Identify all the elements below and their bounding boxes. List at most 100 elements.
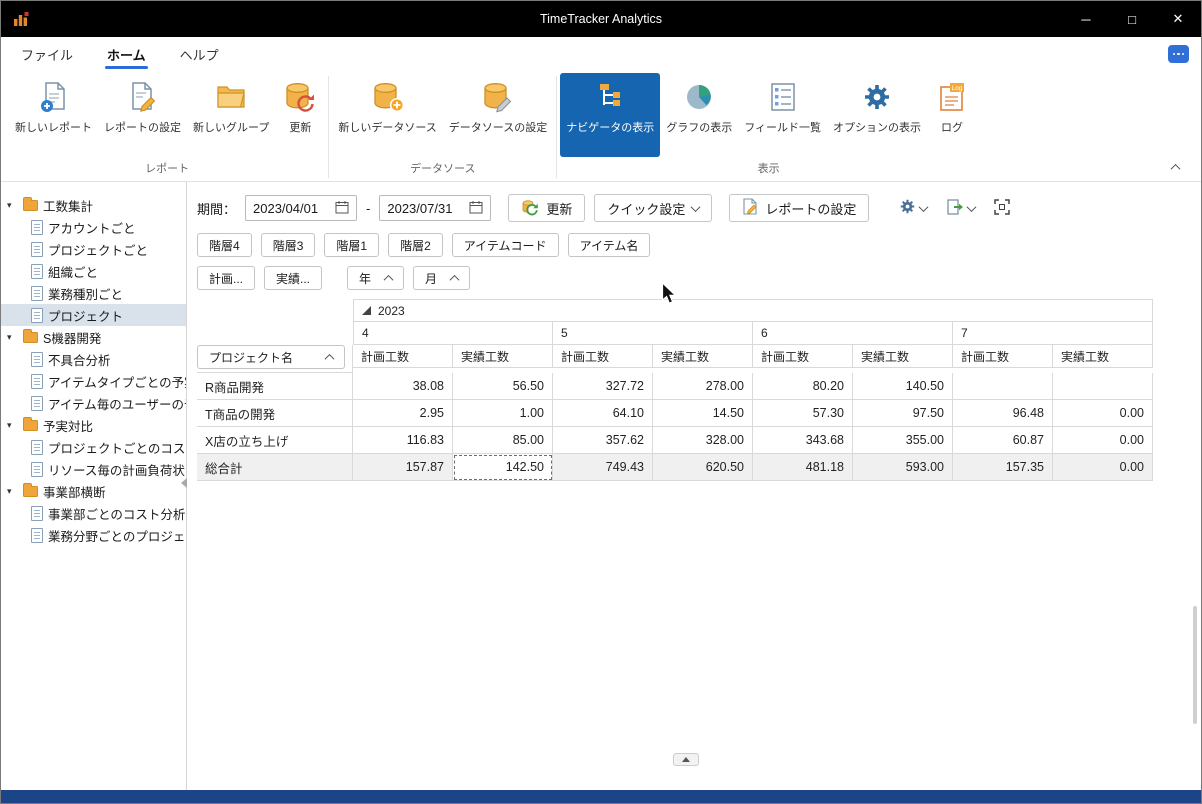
new-report-button[interactable]: 新しいレポート [9,73,98,157]
menu-file[interactable]: ファイル [19,38,75,70]
maximize-button[interactable]: □ [1109,1,1155,37]
show-options-button[interactable]: オプションの表示 [827,73,927,157]
refresh-button[interactable]: 更新 [508,194,586,222]
filter-chip[interactable]: 実績... [264,266,323,290]
expander-icon[interactable]: ▾ [7,486,18,496]
fit-view-button[interactable] [989,194,1016,222]
date-from-input[interactable]: 2023/04/01 [245,195,358,221]
value-cell[interactable]: 157.87 [353,454,453,481]
measure-header[interactable]: 計画工数 [753,345,853,368]
tree-report-item[interactable]: 不具合分析 [1,348,186,370]
value-cell[interactable] [1053,373,1153,400]
row-label[interactable]: T商品の開発 [197,400,353,427]
value-cell[interactable] [953,373,1053,400]
measure-header[interactable]: 計画工数 [553,345,653,368]
value-cell[interactable]: 140.50 [853,373,953,400]
row-label[interactable]: X店の立ち上げ [197,427,353,454]
row-label[interactable]: R商品開発 [197,373,353,400]
refresh-button-ribbon[interactable]: 更新 [275,73,325,157]
value-cell[interactable]: 355.00 [853,427,953,454]
tree-folder-item[interactable]: ▾ 事業部横断 [1,480,186,502]
filter-chip[interactable]: 階層4 [197,233,252,257]
tree-report-item[interactable]: 事業部ごとのコスト分析 [1,502,186,524]
menu-help[interactable]: ヘルプ [178,38,221,70]
value-cell[interactable]: 80.20 [753,373,853,400]
tree-report-item[interactable]: アイテムタイプごとの予実管 [1,370,186,392]
value-cell[interactable]: 96.48 [953,400,1053,427]
value-cell[interactable]: 481.18 [753,454,853,481]
value-cell[interactable]: 57.30 [753,400,853,427]
tree-folder-item[interactable]: ▾ 工数集計 [1,194,186,216]
tree-report-item[interactable]: 組織ごと [1,260,186,282]
month-header[interactable]: 5 [553,322,753,345]
show-chart-button[interactable]: グラフの表示 [660,73,738,157]
collapse-year-icon[interactable] [362,306,371,315]
report-settings-button[interactable]: レポートの設定 [98,73,187,157]
minimize-button[interactable]: ─ [1063,1,1109,37]
tree-report-item[interactable]: 業務分野ごとのプロジェク [1,524,186,546]
filter-chip[interactable]: 階層2 [388,233,443,257]
tree-report-item[interactable]: 業務種別ごと [1,282,186,304]
measure-header[interactable]: 実績工数 [1053,345,1153,368]
quick-settings-button[interactable]: クイック設定 [594,194,713,222]
vertical-scrollbar[interactable] [1193,606,1197,724]
date-to-input[interactable]: 2023/07/31 [379,195,492,221]
tree-report-item[interactable]: リソース毎の計画負荷状 [1,458,186,480]
measure-header[interactable]: 実績工数 [853,345,953,368]
month-header[interactable]: 4 [353,322,553,345]
calendar-icon[interactable] [335,200,349,217]
view-options-button[interactable] [894,194,933,222]
value-cell[interactable]: 2.95 [353,400,453,427]
filter-chip[interactable]: 階層3 [260,233,316,257]
value-cell[interactable]: 97.50 [853,400,953,427]
new-group-button[interactable]: 新しいグループ [187,73,275,157]
value-cell[interactable]: 14.50 [653,400,753,427]
tree-report-item[interactable]: アカウントごと [1,216,186,238]
report-settings-toolbar-button[interactable]: レポートの設定 [729,194,870,222]
measure-header[interactable]: 実績工数 [453,345,553,368]
show-navigator-button[interactable]: ナビゲータの表示 [560,73,661,157]
close-button[interactable]: ✕ [1155,1,1201,37]
value-cell[interactable]: 328.00 [653,427,753,454]
value-cell[interactable]: 357.62 [553,427,653,454]
filter-chip[interactable]: 計画... [197,266,256,290]
filter-chip[interactable]: 月 [413,266,471,290]
value-cell[interactable]: 142.50 [453,454,553,481]
value-cell[interactable]: 278.00 [653,373,753,400]
value-cell[interactable]: 327.72 [553,373,653,400]
tree-folder-item[interactable]: ▾ 予実対比 [1,414,186,436]
value-cell[interactable]: 116.83 [353,427,453,454]
datasource-settings-button[interactable]: データソースの設定 [443,73,553,157]
log-button[interactable]: Log ログ [927,73,977,157]
feedback-icon[interactable] [1168,45,1189,63]
value-cell[interactable]: 64.10 [553,400,653,427]
value-cell[interactable]: 0.00 [1053,400,1153,427]
value-cell[interactable]: 60.87 [953,427,1053,454]
value-cell[interactable]: 343.68 [753,427,853,454]
value-cell[interactable]: 38.08 [353,373,453,400]
tree-report-item[interactable]: プロジェクト [1,304,186,326]
expander-icon[interactable]: ▾ [7,420,18,430]
month-header[interactable]: 7 [953,322,1153,345]
tree-report-item[interactable]: プロジェクトごとのコスト [1,436,186,458]
value-cell[interactable]: 56.50 [453,373,553,400]
filter-chip[interactable]: アイテム名 [567,233,651,257]
filter-chip[interactable]: アイテムコード [451,233,559,257]
measure-header[interactable]: 計画工数 [353,345,453,368]
expander-icon[interactable]: ▾ [7,200,18,210]
field-list-button[interactable]: フィールド一覧 [738,73,827,157]
export-button[interactable] [941,194,981,222]
year-header[interactable]: 2023 [353,299,1153,322]
value-cell[interactable]: 0.00 [1053,427,1153,454]
calendar-icon[interactable] [469,200,483,217]
filter-chip[interactable]: 年 [347,266,405,290]
value-cell[interactable]: 85.00 [453,427,553,454]
tree-report-item[interactable]: アイテム毎のユーザーの予 [1,392,186,414]
new-datasource-button[interactable]: 新しいデータソース [332,73,442,157]
tree-folder-item[interactable]: ▾ S機器開発 [1,326,186,348]
collapse-ribbon-icon[interactable] [1170,163,1181,174]
measure-header[interactable]: 実績工数 [653,345,753,368]
value-cell[interactable]: 1.00 [453,400,553,427]
filter-chip[interactable]: 階層1 [324,233,380,257]
expander-icon[interactable]: ▾ [7,332,18,342]
